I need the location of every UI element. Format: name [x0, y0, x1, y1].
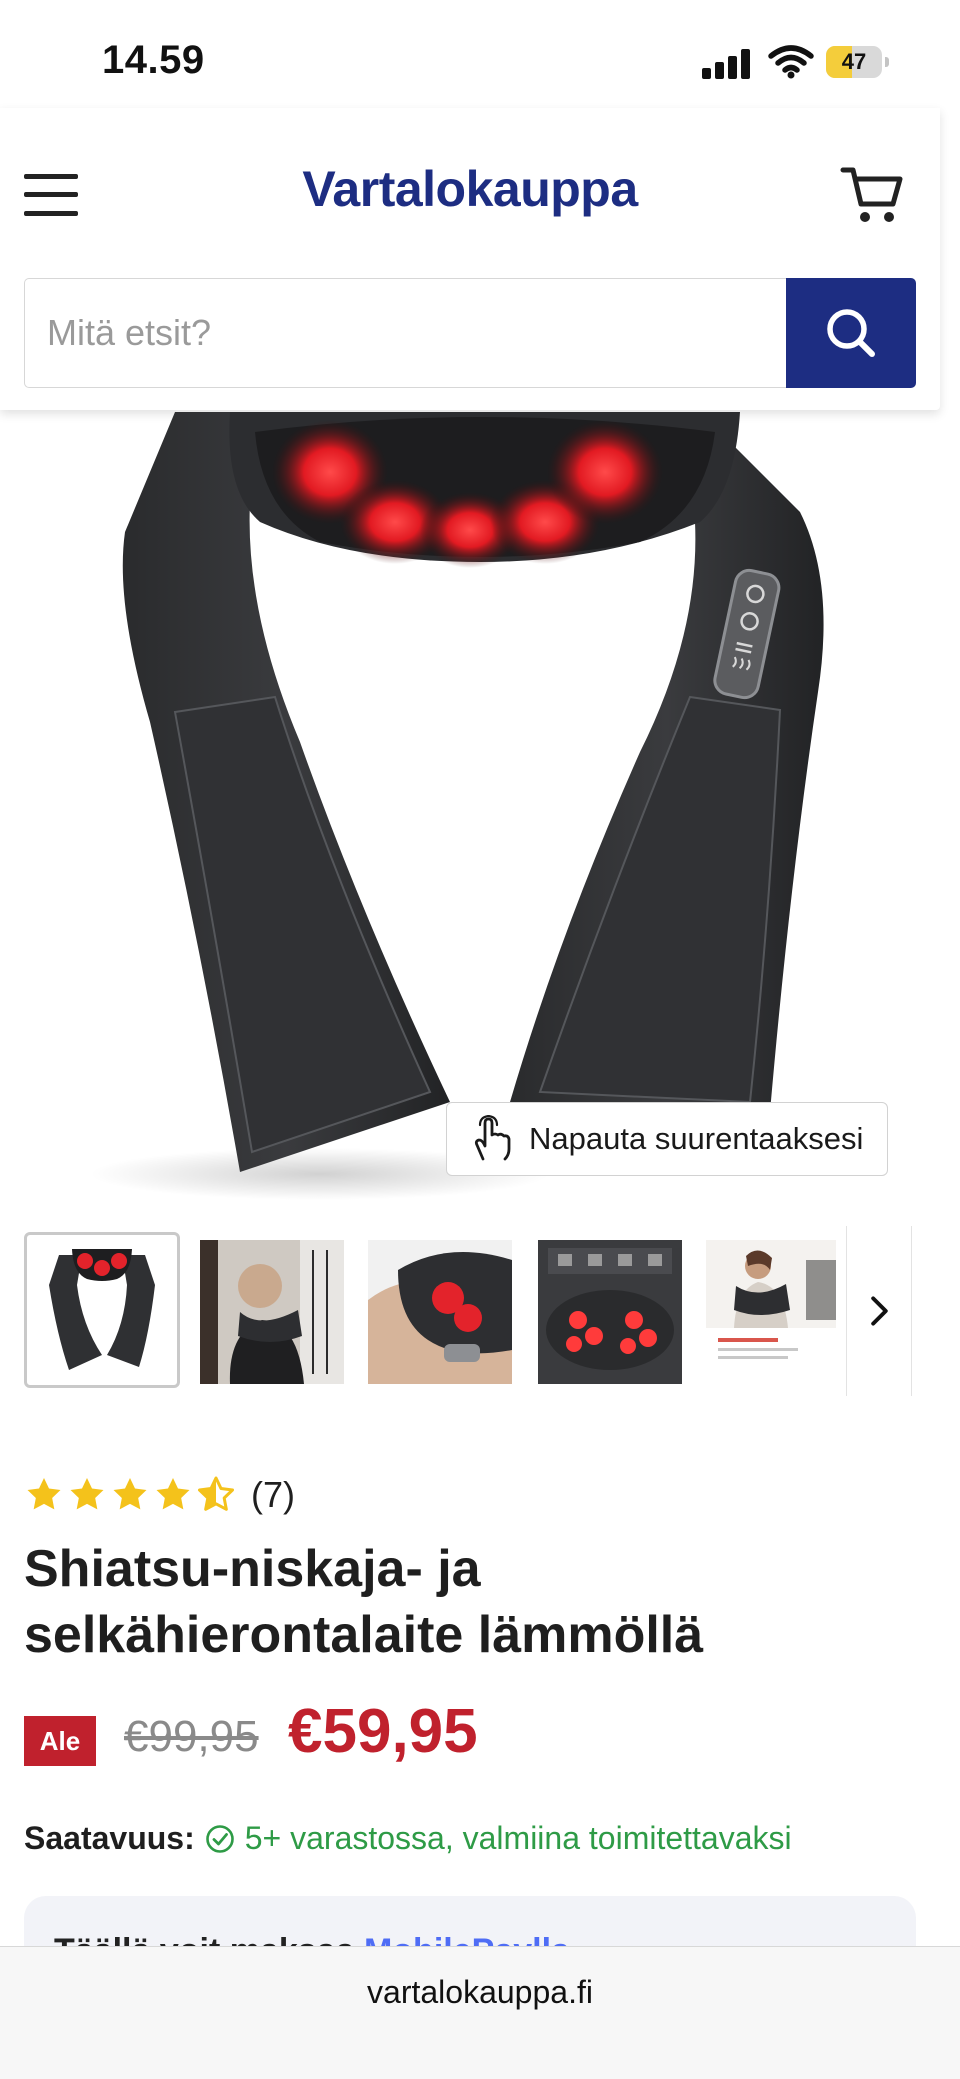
thumbnail-3[interactable] [368, 1240, 512, 1384]
star-full-icon [70, 1478, 104, 1510]
thumbnail-1-image [49, 1249, 155, 1370]
sale-badge: Ale [24, 1716, 96, 1766]
thumbnail-1-selected[interactable] [24, 1232, 180, 1388]
search-input[interactable] [24, 278, 786, 388]
star-full-icon [113, 1478, 147, 1510]
thumbnail-4[interactable] [538, 1240, 682, 1384]
original-price: €99,95 [124, 1712, 259, 1761]
tap-to-zoom-text: Napauta suurentaaksesi [529, 1121, 864, 1156]
chevron-right-icon [871, 1296, 888, 1326]
battery-charging-icon: 47 [826, 46, 890, 78]
signal-icon [702, 49, 750, 79]
cart-icon[interactable] [840, 162, 904, 228]
product-title: Shiatsu-niskaja- ja selkähierontalaite l… [24, 1540, 704, 1664]
star-half-icon [198, 1476, 234, 1511]
review-count: (7) [251, 1474, 295, 1515]
thumbnail-2[interactable] [200, 1240, 344, 1384]
availability: Saatavuus: 5+ varastossa, valmiina toimi… [24, 1820, 792, 1857]
check-circle-icon [205, 1824, 234, 1853]
star-full-icon [27, 1478, 61, 1510]
browser-url[interactable]: vartalokauppa.fi [0, 1974, 960, 2011]
product-rating[interactable]: (7) [24, 1474, 295, 1516]
browser-url-bar[interactable] [0, 1946, 960, 2079]
thumbnail-4-image [538, 1240, 682, 1384]
battery-level-text: 47 [841, 49, 867, 74]
tap-hand-icon [474, 1115, 511, 1161]
site-logo[interactable]: Vartalokauppa [0, 160, 940, 218]
search-icon [827, 309, 875, 357]
star-full-icon [156, 1478, 190, 1510]
thumbnail-5-image [706, 1240, 836, 1384]
status-time: 14.59 [102, 38, 205, 82]
availability-label: Saatavuus: [24, 1820, 195, 1856]
tap-to-zoom-hint[interactable]: Napauta suurentaaksesi [446, 1102, 888, 1176]
gallery-next-button[interactable] [846, 1226, 912, 1396]
product-image-neck-massager[interactable] [0, 412, 960, 1202]
availability-value: 5+ varastossa, valmiina toimitettavaksi [244, 1820, 792, 1856]
thumbnail-3-image [368, 1240, 512, 1384]
wifi-icon [768, 45, 814, 79]
search-button[interactable] [786, 278, 916, 388]
sale-price: €59,95 [288, 1697, 478, 1766]
thumbnail-5[interactable] [706, 1240, 836, 1384]
thumbnail-2-image [200, 1240, 344, 1384]
